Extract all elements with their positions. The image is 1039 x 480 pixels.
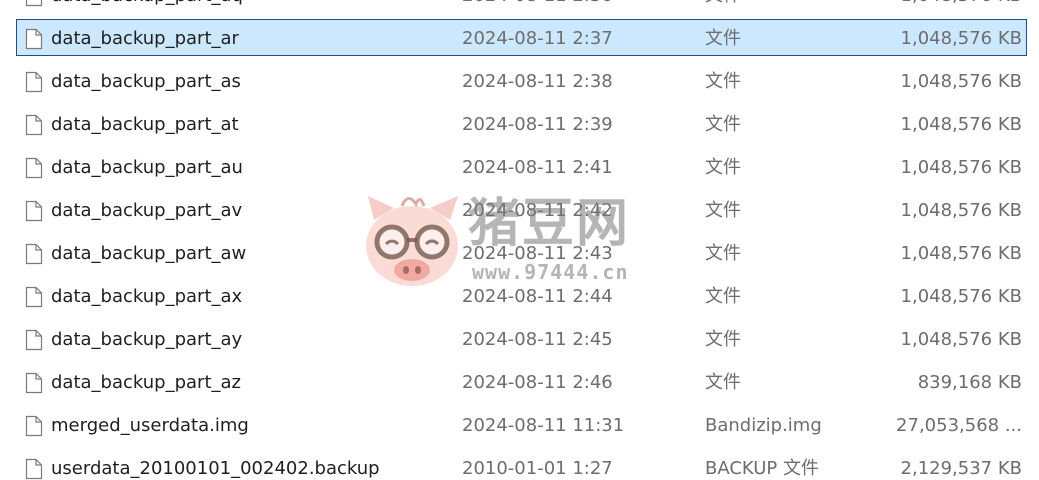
file-name: data_backup_part_au	[51, 157, 243, 178]
file-row[interactable]: data_backup_part_ar 2024-08-11 2:37 文件 1,04…	[16, 19, 1027, 56]
file-icon	[23, 364, 45, 401]
file-date-modified: 2024-08-11 11:31	[462, 415, 625, 436]
file-type: 文件	[705, 372, 741, 393]
file-type: 文件	[705, 243, 741, 264]
file-date-modified: 2024-08-11 2:38	[462, 71, 613, 92]
file-date-modified: 2024-08-11 2:41	[462, 157, 613, 178]
file-row[interactable]: userdata_20100101_002402.backup 2010-01-0…	[16, 449, 1027, 480]
file-row[interactable]: data_backup_part_aq 2024-08-11 2:36 文件 1,04…	[16, 0, 1027, 13]
file-type: 文件	[705, 200, 741, 221]
file-icon	[23, 20, 45, 57]
file-type: BACKUP 文件	[705, 458, 819, 479]
file-type: 文件	[705, 71, 741, 92]
file-date-modified: 2024-08-11 2:42	[462, 200, 613, 221]
file-name: data_backup_part_av	[51, 200, 243, 221]
file-size: 1,048,576 KB	[900, 200, 1022, 221]
file-row[interactable]: data_backup_part_az 2024-08-11 2:46 文件 839,…	[16, 363, 1027, 400]
file-size: 1,048,576 KB	[900, 114, 1022, 135]
file-date-modified: 2024-08-11 2:36	[462, 0, 697, 14]
file-size: 1,048,576 KB	[862, 0, 1022, 14]
file-date-modified: 2024-08-11 2:44	[462, 286, 613, 307]
file-type: 文件	[705, 286, 741, 307]
file-type: 文件	[705, 329, 741, 350]
file-icon	[23, 321, 45, 358]
file-date-modified: 2024-08-11 2:39	[462, 114, 613, 135]
file-icon	[23, 450, 45, 480]
file-row[interactable]: data_backup_part_au 2024-08-11 2:41 文件 1,04…	[16, 148, 1027, 185]
file-row[interactable]: data_backup_part_as 2024-08-11 2:38 文件 1,04…	[16, 62, 1027, 99]
file-size: 1,048,576 KB	[900, 243, 1022, 264]
file-date-modified: 2024-08-11 2:46	[462, 372, 613, 393]
file-name: data_backup_part_as	[51, 71, 241, 92]
file-icon	[23, 63, 45, 100]
file-name: data_backup_part_az	[51, 372, 241, 393]
file-size: 1,048,576 KB	[900, 28, 1022, 49]
file-name: data_backup_part_ar	[51, 28, 239, 49]
file-date-modified: 2010-01-01 1:27	[462, 458, 613, 479]
file-size: 2,129,537 KB	[900, 458, 1022, 479]
file-row[interactable]: data_backup_part_ax 2024-08-11 2:44 文件 1,04…	[16, 277, 1027, 314]
file-icon	[23, 106, 45, 143]
file-row[interactable]: data_backup_part_av 2024-08-11 2:42 文件 1,04…	[16, 191, 1027, 228]
file-date-modified: 2024-08-11 2:43	[462, 243, 613, 264]
file-row[interactable]: merged_userdata.img 2024-08-11 11:31 Bandi…	[16, 406, 1027, 443]
file-size: 1,048,576 KB	[900, 157, 1022, 178]
file-date-modified: 2024-08-11 2:45	[462, 329, 613, 350]
file-name: data_backup_part_at	[51, 114, 239, 135]
file-type: Bandizip.img	[705, 415, 822, 436]
file-name: data_backup_part_ay	[51, 329, 243, 350]
file-size: 1,048,576 KB	[900, 286, 1022, 307]
file-type: 文件	[705, 0, 855, 14]
file-name: data_backup_part_aw	[51, 243, 247, 264]
file-name: data_backup_part_aq	[51, 0, 456, 14]
file-icon	[23, 149, 45, 186]
file-type: 文件	[705, 157, 741, 178]
file-icon	[23, 0, 45, 14]
file-icon	[23, 407, 45, 444]
file-icon	[23, 278, 45, 315]
file-size: 27,053,568 ...	[896, 415, 1022, 436]
file-name: merged_userdata.img	[51, 415, 249, 436]
file-name: data_backup_part_ax	[51, 286, 243, 307]
file-size: 1,048,576 KB	[900, 71, 1022, 92]
file-list: data_backup_part_aq 2024-08-11 2:36 文件 1,04…	[0, 0, 1039, 480]
file-icon	[23, 235, 45, 272]
file-date-modified: 2024-08-11 2:37	[462, 28, 613, 49]
file-type: 文件	[705, 114, 741, 135]
file-size: 839,168 KB	[917, 372, 1022, 393]
file-icon	[23, 192, 45, 229]
file-type: 文件	[705, 28, 741, 49]
file-name: userdata_20100101_002402.backup	[51, 458, 380, 479]
file-row[interactable]: data_backup_part_aw 2024-08-11 2:43 文件 1,04…	[16, 234, 1027, 271]
file-size: 1,048,576 KB	[900, 329, 1022, 350]
file-row[interactable]: data_backup_part_ay 2024-08-11 2:45 文件 1,04…	[16, 320, 1027, 357]
file-row[interactable]: data_backup_part_at 2024-08-11 2:39 文件 1,04…	[16, 105, 1027, 142]
